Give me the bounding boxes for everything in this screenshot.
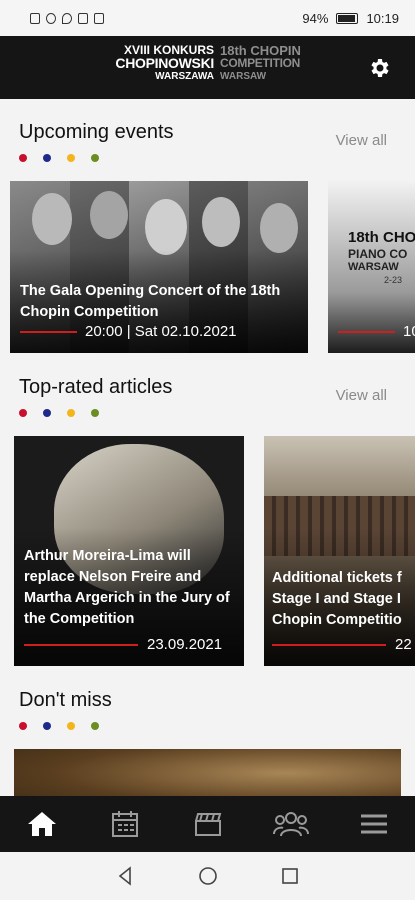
recents-icon[interactable] xyxy=(280,866,300,886)
accent-dot xyxy=(19,409,27,417)
view-all-articles-link[interactable]: View all xyxy=(336,387,387,404)
gear-icon[interactable] xyxy=(367,56,391,80)
accent-dot xyxy=(67,409,75,417)
nav-calendar[interactable] xyxy=(105,806,145,842)
accent-dot xyxy=(91,154,99,162)
nav-menu[interactable] xyxy=(354,806,394,842)
logo-line: WARSAW xyxy=(220,71,267,82)
calendar-icon xyxy=(111,811,138,837)
accent-dot xyxy=(91,409,99,417)
home-feed[interactable]: Upcoming events View all The Gala Openin… xyxy=(0,99,415,796)
poster-line: 2-23 xyxy=(384,275,403,285)
accent-dots xyxy=(19,409,99,417)
logo-line: CHOPINOWSKI xyxy=(115,55,214,71)
status-icons xyxy=(30,12,104,24)
portrait-face xyxy=(202,197,240,247)
portrait-face xyxy=(90,191,128,239)
home-icon xyxy=(27,812,56,836)
accent-dot xyxy=(43,409,51,417)
accent-line xyxy=(24,644,138,646)
view-all-events-link[interactable]: View all xyxy=(336,132,387,149)
competition-logo[interactable]: XVIII KONKURS CHOPINOWSKI WARSZAWA 18th … xyxy=(102,44,322,94)
portrait-face xyxy=(145,199,187,255)
vibrate-icon xyxy=(78,12,88,24)
menu-icon xyxy=(360,814,387,834)
dont-miss-card[interactable] xyxy=(14,749,401,796)
article-date: 22 xyxy=(395,636,412,653)
section-title-upcoming: Upcoming events xyxy=(19,121,174,143)
people-icon xyxy=(272,812,309,837)
sim-icon xyxy=(30,12,40,24)
logo-line: COMPETITION xyxy=(220,56,301,70)
article-title: Arthur Moreira-Lima will replace Nelson … xyxy=(24,548,230,627)
app-header: XVIII KONKURS CHOPINOWSKI WARSZAWA 18th … xyxy=(0,36,415,99)
home-circle-icon[interactable] xyxy=(198,866,218,886)
accent-dots xyxy=(19,154,99,162)
accent-dots xyxy=(19,722,99,730)
accent-dot xyxy=(91,722,99,730)
accent-line xyxy=(272,644,386,646)
system-navigation xyxy=(0,852,415,900)
accent-dot xyxy=(43,154,51,162)
accent-dot xyxy=(43,722,51,730)
moon-icon xyxy=(62,12,72,24)
nav-people[interactable] xyxy=(271,806,311,842)
poster-line: WARSAW xyxy=(348,261,399,273)
event-date: 20:00 | Sat 02.10.2021 xyxy=(85,323,237,340)
section-title-articles: Top-rated articles xyxy=(19,376,173,398)
message-icon xyxy=(94,12,104,24)
accent-dot xyxy=(67,722,75,730)
portrait-face xyxy=(32,193,72,245)
accent-dot xyxy=(19,722,27,730)
event-card[interactable]: The Gala Opening Concert of the 18th Cho… xyxy=(10,181,308,353)
section-title-dont-miss: Don't miss xyxy=(19,689,112,711)
battery-percent: 94% xyxy=(302,10,329,26)
nav-home[interactable] xyxy=(22,806,62,842)
clapperboard-icon xyxy=(194,813,221,836)
event-date: 10 xyxy=(403,323,415,340)
hotspot-icon xyxy=(46,12,56,24)
accent-line xyxy=(338,331,395,333)
accent-line xyxy=(20,331,77,333)
accent-dot xyxy=(19,154,27,162)
nav-video[interactable] xyxy=(188,806,228,842)
article-date: 23.09.2021 xyxy=(147,636,223,653)
poster-line: PIANO CO xyxy=(348,247,408,261)
logo-line: WARSZAWA xyxy=(155,71,214,82)
status-bar: 94% 10:19 xyxy=(0,0,415,36)
poster-line: 18th CHOP xyxy=(348,229,415,246)
accent-dot xyxy=(67,154,75,162)
article-title: Additional tickets f Stage I and Stage I… xyxy=(272,570,402,628)
clock: 10:19 xyxy=(366,10,399,26)
article-card[interactable]: Additional tickets f Stage I and Stage I… xyxy=(264,436,415,666)
back-icon[interactable] xyxy=(116,866,136,886)
portrait-face xyxy=(260,203,298,253)
battery-icon xyxy=(336,12,359,24)
event-title: The Gala Opening Concert of the 18th Cho… xyxy=(20,283,281,320)
event-card[interactable]: 18th CHOP PIANO CO WARSAW 2-23 10 xyxy=(328,181,415,353)
bottom-navigation xyxy=(0,796,415,852)
article-card[interactable]: Arthur Moreira-Lima will replace Nelson … xyxy=(14,436,244,666)
